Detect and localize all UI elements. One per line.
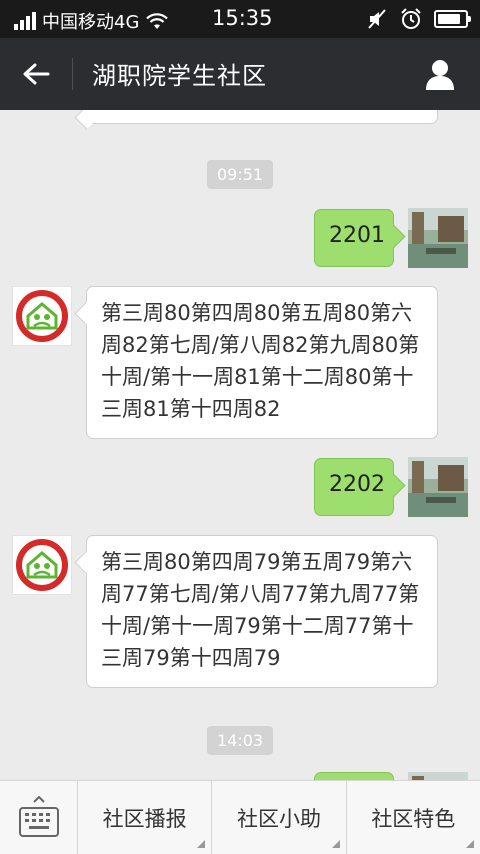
timestamp: 14:03 [207,726,274,755]
back-button[interactable] [14,56,58,92]
bottom-menu-bar: 社区播报 社区小助 社区特色 [0,780,480,854]
mute-icon [368,9,386,29]
keyboard-toggle-button[interactable] [0,781,78,854]
received-message-bubble[interactable]: 第三周80第四周80第五周80第六周82第七周/第八周82第九周80第十周/第十… [86,286,438,439]
submenu-indicator-icon [465,840,474,848]
title-divider [72,58,73,90]
keyboard-icon [18,795,59,837]
menu-label: 社区播报 [102,806,187,831]
user-avatar [408,772,468,780]
person-icon [426,60,454,90]
received-message-bubble[interactable]: 第三周80第四周79第五周79第六周77第七周/第八周77第九周77第十周/第十… [86,535,438,688]
message-text: 2202 [329,472,385,497]
menu-button-features[interactable]: 社区特色 [347,781,480,854]
sent-message-bubble-partial [314,772,394,780]
menu-label: 社区特色 [371,806,456,831]
menu-label: 社区小助 [236,806,321,831]
user-avatar[interactable] [408,208,468,268]
timestamp: 09:51 [207,160,274,189]
chat-area[interactable]: 09:51 2201 第三周80第四周80第五周80第六周82第七周/第八周82… [0,110,480,780]
community-logo-icon [16,290,68,342]
alarm-icon [401,8,421,29]
profile-button[interactable] [422,56,458,92]
sent-message-bubble[interactable]: 2201 [314,209,394,267]
status-bar: 中国移动4G 15:35 [0,0,480,38]
message-text: 第三周80第四周80第五周80第六周82第七周/第八周82第九周80第十周/第十… [101,301,420,421]
submenu-indicator-icon [197,840,206,848]
wifi-icon [146,13,169,29]
message-bubble-partial [86,110,438,124]
submenu-indicator-icon [331,840,340,848]
user-avatar[interactable] [408,457,468,517]
carrier-label: 中国移动4G [42,12,140,33]
menu-button-broadcast[interactable]: 社区播报 [78,781,213,854]
page-title: 湖职院学生社区 [92,62,267,90]
status-time: 15:35 [212,6,273,30]
community-logo-icon [16,539,68,591]
sent-message-bubble[interactable]: 2202 [314,458,394,516]
community-avatar[interactable] [12,535,72,595]
battery-icon [434,10,471,28]
community-avatar[interactable] [12,286,72,346]
message-text: 2201 [329,223,385,248]
menu-button-assistant[interactable]: 社区小助 [212,781,347,854]
signal-icon [14,12,36,30]
title-bar: 湖职院学生社区 [0,38,480,110]
message-text: 第三周80第四周79第五周79第六周77第七周/第八周77第九周77第十周/第十… [101,550,420,670]
back-arrow-icon [23,63,50,85]
